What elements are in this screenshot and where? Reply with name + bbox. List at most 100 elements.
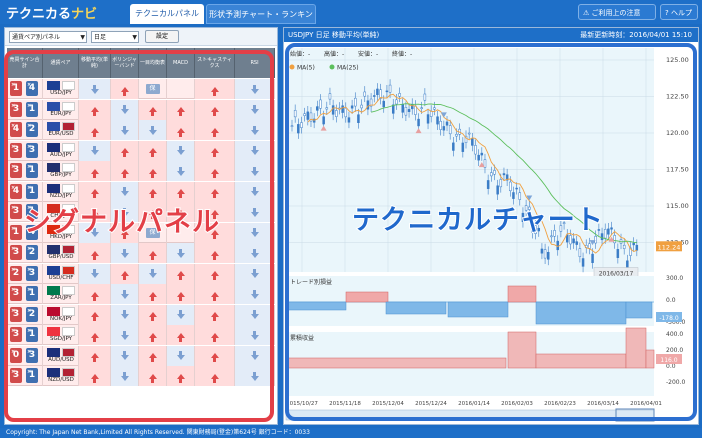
table-row[interactable]: × 4 × 1 NZD/JPY [7,181,275,202]
indicator-signal-cell[interactable] [235,181,275,202]
indicator-signal-cell[interactable] [79,161,111,181]
indicator-signal-cell[interactable] [195,120,235,140]
currency-pair-cell[interactable]: EUR/JPY [43,99,79,120]
indicator-signal-cell[interactable] [111,140,139,161]
indicator-signal-cell[interactable] [111,79,139,99]
table-row[interactable]: × 3 × 1 ZAR/JPY [7,284,275,304]
currency-pair-cell[interactable]: USD/JPY [43,79,79,99]
indicator-signal-cell[interactable] [79,181,111,202]
table-row[interactable]: × 3 × 3 AUD/JPY [7,140,275,161]
table-row[interactable]: × 4 × 2 EUR/USD [7,120,275,140]
table-row[interactable]: × 3 × 2 NOK/JPY [7,304,275,325]
currency-pair-cell[interactable]: NOK/JPY [43,304,79,325]
table-row[interactable]: × 3 × 1 GBP/JPY [7,161,275,181]
indicator-signal-cell[interactable] [111,263,139,284]
currency-pair-cell[interactable]: GBP/JPY [43,161,79,181]
currency-pair-cell[interactable]: ZAR/JPY [43,284,79,304]
indicator-signal-cell[interactable] [235,345,275,366]
indicator-signal-cell[interactable] [139,243,167,263]
table-row[interactable]: × 0 × 3 AUD/USD [7,345,275,366]
indicator-signal-cell[interactable] [111,366,139,386]
panel-type-select[interactable]: 通貨ペア別パネル ▼ [9,31,87,43]
indicator-signal-cell[interactable] [195,243,235,263]
indicator-signal-cell[interactable] [195,284,235,304]
indicator-signal-cell[interactable] [139,284,167,304]
indicator-signal-cell[interactable] [195,79,235,99]
indicator-signal-cell[interactable] [79,263,111,284]
indicator-signal-cell[interactable] [111,181,139,202]
currency-pair-cell[interactable]: GBP/USD [43,243,79,263]
indicator-signal-cell[interactable] [195,325,235,345]
indicator-signal-cell[interactable] [167,161,195,181]
indicator-signal-cell[interactable] [111,243,139,263]
indicator-signal-cell[interactable] [167,345,195,366]
table-row[interactable]: × 3 × 1 NZD/USD [7,366,275,386]
indicator-signal-cell[interactable] [195,161,235,181]
set-button[interactable]: 設定 [145,30,179,43]
indicator-signal-cell[interactable] [139,366,167,386]
indicator-signal-cell[interactable] [167,304,195,325]
indicator-signal-cell[interactable] [235,263,275,284]
indicator-signal-cell[interactable] [111,325,139,345]
period-select[interactable]: 日足 ▼ [91,31,139,43]
currency-pair-cell[interactable]: EUR/USD [43,120,79,140]
indicator-signal-cell[interactable] [139,304,167,325]
indicator-signal-cell[interactable] [195,181,235,202]
indicator-signal-cell[interactable] [139,345,167,366]
indicator-signal-cell[interactable] [235,325,275,345]
indicator-signal-cell[interactable] [167,325,195,345]
currency-pair-cell[interactable]: USD/CHF [43,263,79,284]
indicator-signal-cell[interactable] [111,161,139,181]
table-row[interactable]: × 3 × 2 GBP/USD [7,243,275,263]
indicator-signal-cell[interactable]: 保 [139,79,167,99]
indicator-signal-cell[interactable] [79,99,111,120]
app-logo[interactable]: テクニカるナビ [6,3,97,22]
currency-pair-cell[interactable]: NZD/JPY [43,181,79,202]
table-row[interactable]: × 3 × 1 EUR/JPY [7,99,275,120]
table-row[interactable]: × 3 × 1 SGD/JPY [7,325,275,345]
indicator-signal-cell[interactable] [79,140,111,161]
indicator-signal-cell[interactable] [79,284,111,304]
indicator-signal-cell[interactable] [195,140,235,161]
indicator-signal-cell[interactable] [111,99,139,120]
indicator-signal-cell[interactable] [139,140,167,161]
indicator-signal-cell[interactable] [167,140,195,161]
currency-pair-cell[interactable]: AUD/JPY [43,140,79,161]
indicator-signal-cell[interactable] [235,202,275,222]
table-row[interactable]: × 1 × 4 USD/JPY 保 [7,79,275,99]
indicator-signal-cell[interactable] [139,161,167,181]
tab-shape-ranking[interactable]: 形状予測チャート・ランキング [206,4,316,39]
indicator-signal-cell[interactable] [79,304,111,325]
indicator-signal-cell[interactable] [139,99,167,120]
table-row[interactable]: × 2 × 3 USD/CHF [7,263,275,284]
indicator-signal-cell[interactable] [139,120,167,140]
indicator-signal-cell[interactable] [235,222,275,243]
indicator-signal-cell[interactable] [167,79,195,99]
indicator-signal-cell[interactable] [111,120,139,140]
indicator-signal-cell[interactable] [195,99,235,120]
indicator-signal-cell[interactable] [195,366,235,386]
indicator-signal-cell[interactable] [235,140,275,161]
indicator-signal-cell[interactable] [235,304,275,325]
indicator-signal-cell[interactable] [79,345,111,366]
indicator-signal-cell[interactable] [235,99,275,120]
tab-technical-panel[interactable]: テクニカルパネル [130,4,204,24]
indicator-signal-cell[interactable] [167,284,195,304]
indicator-signal-cell[interactable] [79,325,111,345]
indicator-signal-cell[interactable] [235,79,275,99]
currency-pair-cell[interactable]: NZD/USD [43,366,79,386]
indicator-signal-cell[interactable] [167,181,195,202]
indicator-signal-cell[interactable] [167,243,195,263]
indicator-signal-cell[interactable] [235,161,275,181]
currency-pair-cell[interactable]: AUD/USD [43,345,79,366]
indicator-signal-cell[interactable] [235,120,275,140]
indicator-signal-cell[interactable] [79,120,111,140]
indicator-signal-cell[interactable] [139,263,167,284]
guide-button[interactable]: ⚠ ご利用上の注意 [578,4,656,20]
indicator-signal-cell[interactable] [167,99,195,120]
currency-pair-cell[interactable]: SGD/JPY [43,325,79,345]
indicator-signal-cell[interactable] [111,304,139,325]
indicator-signal-cell[interactable] [235,243,275,263]
indicator-signal-cell[interactable] [139,325,167,345]
indicator-signal-cell[interactable] [195,304,235,325]
